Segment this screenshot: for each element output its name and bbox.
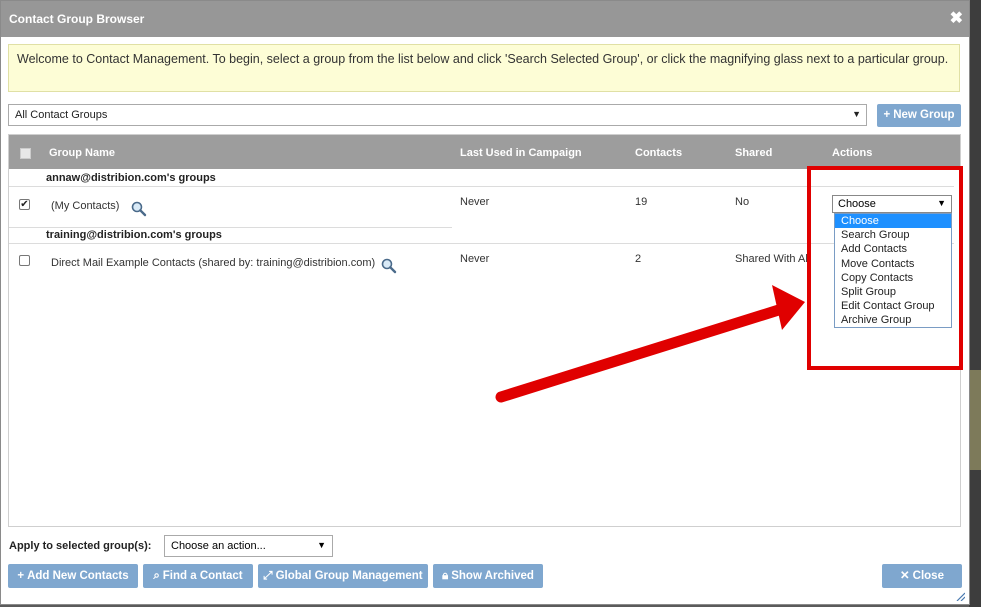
show-archived-button[interactable]: 🔒︎ Show Archived [433, 564, 543, 588]
background-panel [969, 370, 981, 470]
resize-grip-icon[interactable] [955, 591, 965, 601]
plus-icon: + [883, 109, 891, 121]
group-name[interactable]: Direct Mail Example Contacts (shared by:… [51, 257, 375, 269]
column-header-shared[interactable]: Shared [735, 147, 772, 159]
dialog-title: Contact Group Browser [9, 12, 145, 26]
group-filter-value: All Contact Groups [15, 109, 108, 121]
lock-icon: 🔒︎ [442, 570, 449, 582]
expand-icon: ⤢ [263, 570, 273, 582]
chevron-down-icon: ▼ [852, 109, 861, 119]
global-group-management-label: Global Group Management [275, 570, 423, 582]
last-used-value: Never [460, 196, 490, 208]
find-a-contact-label: Find a Contact [162, 570, 243, 582]
close-icon: ✕ [900, 570, 910, 582]
group-name[interactable]: (My Contacts) [51, 200, 119, 212]
shared-value: Shared With All [735, 253, 811, 265]
background-page [969, 0, 981, 607]
search-icon[interactable] [380, 257, 397, 274]
add-new-contacts-label: Add New Contacts [27, 570, 129, 582]
row-checkbox[interactable] [19, 255, 30, 266]
new-group-label: New Group [893, 109, 955, 121]
global-group-management-button[interactable]: ⤢ Global Group Management [258, 564, 428, 588]
table-header: Group Name Last Used in Campaign Contact… [9, 135, 960, 169]
group-filter-select[interactable]: All Contact Groups ▼ [8, 104, 867, 126]
row-checkbox[interactable]: ✔ [19, 199, 30, 210]
column-header-contacts[interactable]: Contacts [635, 147, 682, 159]
group-section-heading: annaw@distribion.com's groups [46, 172, 216, 184]
find-a-contact-button[interactable]: ⌕ Find a Contact [143, 564, 253, 588]
search-icon[interactable] [130, 200, 147, 217]
annotation-highlight-box [807, 166, 963, 370]
welcome-message: Welcome to Contact Management. To begin,… [8, 44, 960, 92]
new-group-button[interactable]: + New Group [877, 104, 961, 127]
apply-action-value: Choose an action... [171, 540, 266, 552]
show-archived-label: Show Archived [451, 570, 534, 582]
apply-action-select[interactable]: Choose an action... ▼ [164, 535, 333, 557]
row-divider [9, 227, 452, 228]
dialog-titlebar: Contact Group Browser ✖ [1, 1, 969, 37]
column-header-group-name[interactable]: Group Name [49, 147, 115, 159]
close-icon[interactable]: ✖ [950, 8, 963, 28]
last-used-value: Never [460, 253, 490, 265]
contacts-count: 2 [635, 253, 642, 265]
shared-value: No [735, 196, 750, 208]
search-icon: ⌕ [153, 570, 160, 582]
contacts-count: 19 [635, 196, 648, 208]
close-button[interactable]: ✕ Close [882, 564, 962, 588]
plus-icon: + [17, 570, 25, 582]
close-label: Close [912, 570, 944, 582]
apply-to-selected-label: Apply to selected group(s): [9, 540, 152, 552]
column-header-last-used[interactable]: Last Used in Campaign [460, 147, 582, 159]
column-header-actions: Actions [832, 147, 873, 159]
add-new-contacts-button[interactable]: + Add New Contacts [8, 564, 138, 588]
group-section-heading: training@distribion.com's groups [46, 229, 222, 241]
select-all-checkbox[interactable] [20, 148, 31, 159]
chevron-down-icon: ▼ [317, 540, 326, 550]
